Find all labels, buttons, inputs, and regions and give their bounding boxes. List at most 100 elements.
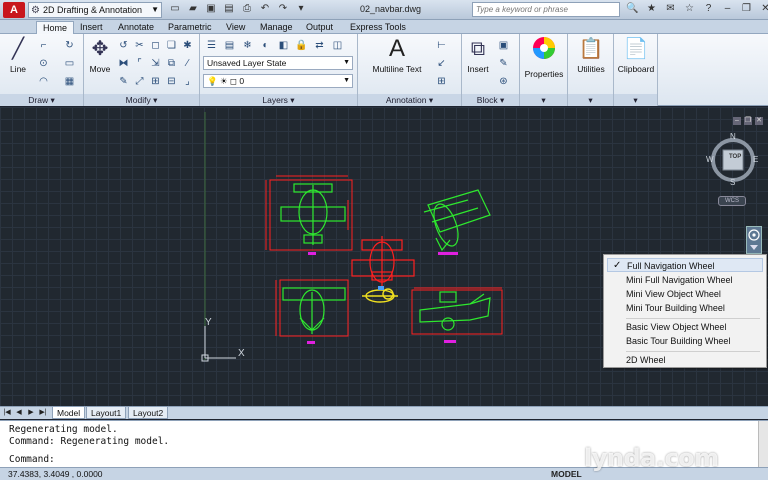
viewcube-top-face[interactable]: TOP xyxy=(729,154,741,160)
restore-icon[interactable]: ❐ xyxy=(740,2,753,16)
create-block-icon[interactable]: ▣ xyxy=(496,38,511,53)
stretch-icon[interactable]: ⇲ xyxy=(148,56,163,71)
minimize-viewport-icon[interactable]: – xyxy=(733,117,741,125)
block-panel-title[interactable]: Block ▾ xyxy=(462,94,519,106)
tab-manage[interactable]: Manage xyxy=(260,21,293,34)
move-button[interactable]: ✥ Move xyxy=(86,36,114,74)
modify-panel-title[interactable]: Modify ▾ xyxy=(84,94,199,106)
first-layout-icon[interactable]: |◀ xyxy=(2,408,12,418)
tab-annotate[interactable]: Annotate xyxy=(118,21,154,34)
clipboard-panel-title[interactable]: ▾ xyxy=(614,94,657,106)
menu-item-basic-view-object-wheel[interactable]: Basic View Object Wheel xyxy=(626,320,726,334)
menu-item-full-navigation-wheel[interactable]: ✓ Full Navigation Wheel xyxy=(607,258,763,272)
search-icon[interactable]: 🔍 xyxy=(626,2,639,16)
offset-icon[interactable]: ⧉ xyxy=(164,56,179,71)
annotation-panel-title[interactable]: Annotation ▾ xyxy=(358,94,461,106)
restore-viewport-icon[interactable]: ❐ xyxy=(744,117,752,125)
tab-output[interactable]: Output xyxy=(306,21,333,34)
properties-button[interactable]: Properties xyxy=(520,36,568,79)
compass-north[interactable]: N xyxy=(730,132,736,141)
polyline-icon[interactable]: ⌐ xyxy=(36,38,51,53)
arc-icon[interactable]: ◠ xyxy=(36,74,51,89)
tab-layout2[interactable]: Layout2 xyxy=(128,407,169,419)
next-layout-icon[interactable]: ▶ xyxy=(26,408,36,418)
open-folder-icon[interactable]: ▰ xyxy=(186,2,200,16)
scale-icon[interactable]: ⤢ xyxy=(132,74,147,89)
layer-off-icon[interactable]: ◐ xyxy=(258,38,273,53)
utilities-button[interactable]: 📋 Utilities xyxy=(568,36,614,74)
new-file-icon[interactable]: ▭ xyxy=(168,2,182,16)
tab-insert[interactable]: Insert xyxy=(80,21,103,34)
tab-layout1[interactable]: Layout1 xyxy=(86,407,127,419)
break-icon[interactable]: ∕ xyxy=(180,56,195,71)
rotate-icon[interactable]: ↻ xyxy=(62,38,77,53)
tab-view[interactable]: View xyxy=(226,21,245,34)
last-layout-icon[interactable]: ▶| xyxy=(38,408,48,418)
layers-panel-title[interactable]: Layers ▾ xyxy=(200,94,357,106)
qat-dropdown-icon[interactable]: ▾ xyxy=(294,2,308,16)
layer-walk-icon[interactable]: ◫ xyxy=(330,38,345,53)
copy-icon[interactable]: ❏ xyxy=(164,38,179,53)
layer-state-select[interactable]: Unsaved Layer State ▼ xyxy=(203,56,353,70)
application-menu-button[interactable]: A xyxy=(3,2,25,18)
fillet-icon[interactable]: ⌜ xyxy=(132,56,147,71)
viewcube[interactable]: TOP N S E W xyxy=(706,132,760,187)
menu-item-mini-view-object-wheel[interactable]: Mini View Object Wheel xyxy=(626,287,721,301)
search-input[interactable]: Type a keyword or phrase xyxy=(472,2,620,17)
compass-east[interactable]: E xyxy=(753,155,758,164)
close-viewport-icon[interactable]: ✕ xyxy=(755,117,763,125)
pencil-icon[interactable]: ✎ xyxy=(116,74,131,89)
erase-icon[interactable]: ◻ xyxy=(148,38,163,53)
communication-icon[interactable]: ✉ xyxy=(664,2,677,16)
tab-express-tools[interactable]: Express Tools xyxy=(350,21,406,34)
wcs-menu[interactable]: WCS xyxy=(718,196,746,206)
layer-isolate-icon[interactable]: ◧ xyxy=(276,38,291,53)
tab-model[interactable]: Model xyxy=(52,407,86,419)
chamfer-icon[interactable]: ⌟ xyxy=(180,74,195,89)
edit-block-icon[interactable]: ✎ xyxy=(496,56,511,71)
properties-panel-title[interactable]: ▾ xyxy=(520,94,567,106)
array-icon[interactable]: ⊞ xyxy=(148,74,163,89)
save-as-icon[interactable]: ▤ xyxy=(222,2,236,16)
plot-icon[interactable]: ⎙ xyxy=(240,2,254,16)
layer-select[interactable]: 💡 ☀ ◻ 0 ▼ xyxy=(203,74,353,88)
tab-parametric[interactable]: Parametric xyxy=(168,21,212,34)
model-space-button[interactable]: MODEL xyxy=(551,469,582,480)
compass-west[interactable]: W xyxy=(706,155,714,164)
menu-item-basic-tour-building-wheel[interactable]: Basic Tour Building Wheel xyxy=(626,334,730,348)
multiline-text-button[interactable]: A Multiline Text xyxy=(364,36,430,75)
navigation-bar[interactable] xyxy=(746,226,762,254)
attribute-icon[interactable]: ⊛ xyxy=(496,74,511,89)
save-icon[interactable]: ▣ xyxy=(204,2,218,16)
rotate-icon[interactable]: ↺ xyxy=(116,38,131,53)
hatch-icon[interactable]: ▦ xyxy=(62,74,77,89)
draw-panel-title[interactable]: Draw ▾ xyxy=(0,94,83,106)
previous-layout-icon[interactable]: ◀ xyxy=(14,408,24,418)
circle-icon[interactable]: ⊙ xyxy=(36,56,51,71)
explode-icon[interactable]: ✱ xyxy=(180,38,195,53)
layer-freeze-icon[interactable]: ❄ xyxy=(240,38,255,53)
subscription-icon[interactable]: ★ xyxy=(645,2,658,16)
tab-home[interactable]: Home xyxy=(36,21,75,34)
menu-item-2d-wheel[interactable]: 2D Wheel xyxy=(626,353,666,367)
close-icon[interactable]: ✕ xyxy=(759,2,768,16)
join-icon[interactable]: ⊟ xyxy=(164,74,179,89)
workspace-selector[interactable]: ⚙ 2D Drafting & Annotation ▼ xyxy=(28,2,162,18)
mirror-icon[interactable]: ⧓ xyxy=(116,56,131,71)
undo-icon[interactable]: ↶ xyxy=(258,2,272,16)
command-prompt[interactable]: Command: xyxy=(9,454,55,466)
command-scrollbar[interactable] xyxy=(758,421,768,467)
dimension-icon[interactable]: ⊢ xyxy=(434,38,449,53)
redo-icon[interactable]: ↷ xyxy=(276,2,290,16)
rectangle-icon[interactable]: ▭ xyxy=(62,56,77,71)
layer-properties-icon[interactable]: ☰ xyxy=(204,38,219,53)
help-icon[interactable]: ? xyxy=(702,2,715,16)
coordinate-readout[interactable]: 37.4383, 3.4049 , 0.0000 xyxy=(8,469,103,480)
layer-states-icon[interactable]: ▤ xyxy=(222,38,237,53)
utilities-panel-title[interactable]: ▾ xyxy=(568,94,613,106)
table-icon[interactable]: ⊞ xyxy=(434,74,449,89)
insert-button[interactable]: ⧉ Insert xyxy=(464,36,492,74)
menu-item-mini-tour-building-wheel[interactable]: Mini Tour Building Wheel xyxy=(626,301,725,315)
trim-icon[interactable]: ✂ xyxy=(132,38,147,53)
favorites-icon[interactable]: ☆ xyxy=(683,2,696,16)
